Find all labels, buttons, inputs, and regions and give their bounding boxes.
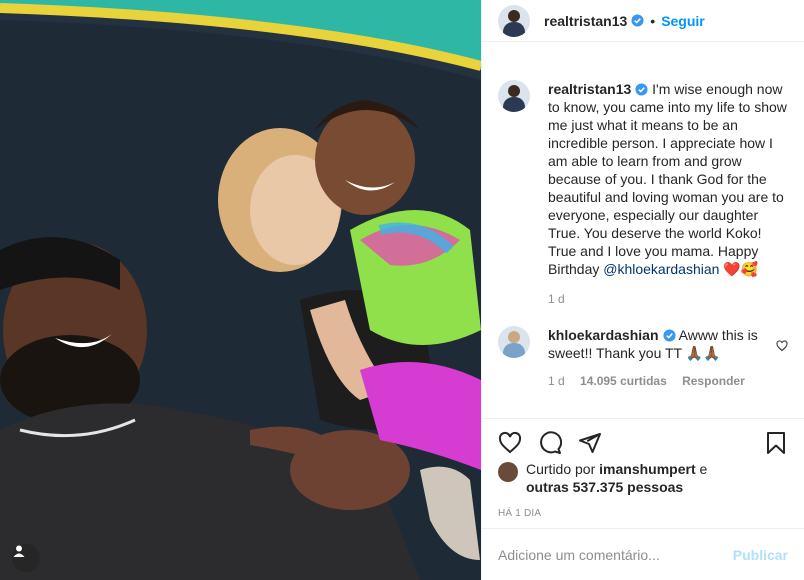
instagram-post: realtristan13 • Seguir realtristan13 I'm…: [0, 0, 804, 580]
heart-icon[interactable]: [498, 431, 522, 455]
comment-like-heart-icon[interactable]: [776, 340, 788, 352]
comment-input[interactable]: Adicione um comentário...: [498, 547, 733, 563]
comment-item: khloekardashian Awww this is sweet!! Tha…: [498, 326, 788, 362]
liked-by-others[interactable]: outras 537.375 pessoas: [526, 479, 683, 495]
comment-time[interactable]: 1 d: [548, 374, 565, 388]
liker-avatar[interactable]: [498, 462, 518, 482]
photo-illustration: [0, 0, 481, 580]
caption-emoji: ❤️🥰: [723, 261, 759, 277]
add-comment-bar: Adicione um comentário... Publicar: [482, 528, 804, 580]
comment-likes[interactable]: 14.095 curtidas: [580, 374, 667, 388]
liked-by-user[interactable]: imanshumpert: [599, 461, 695, 477]
separator-dot: •: [650, 12, 656, 29]
commenter-avatar[interactable]: [498, 326, 530, 358]
comment-author[interactable]: khloekardashian: [548, 327, 659, 343]
caption-mention[interactable]: @khloekardashian: [603, 261, 719, 277]
share-icon[interactable]: [578, 431, 602, 455]
posted-ago[interactable]: HÁ 1 DIA: [498, 508, 541, 519]
caption-text: realtristan13 I'm wise enough now to kno…: [548, 80, 788, 278]
comment-meta: 1 d 14.095 curtidas Responder: [548, 374, 788, 388]
verified-icon: [635, 83, 648, 96]
liked-by-prefix: Curtido por: [526, 461, 600, 477]
caption-author-avatar[interactable]: [498, 80, 530, 112]
comment-icon[interactable]: [538, 431, 562, 455]
post-header: realtristan13 • Seguir: [482, 0, 804, 42]
caption: realtristan13 I'm wise enough now to kno…: [498, 80, 788, 278]
comment-text: khloekardashian Awww this is sweet!! Tha…: [548, 326, 758, 362]
verified-icon: [631, 14, 644, 27]
post-photo[interactable]: [0, 0, 481, 580]
verified-icon: [662, 329, 676, 342]
follow-button[interactable]: Seguir: [661, 13, 705, 29]
bookmark-icon[interactable]: [764, 431, 788, 455]
liked-by: Curtido por imanshumpert e outras 537.37…: [498, 460, 707, 496]
comment-reply-button[interactable]: Responder: [682, 374, 745, 388]
caption-body: I'm wise enough now to know, you came in…: [548, 81, 787, 277]
publish-button[interactable]: Publicar: [733, 547, 788, 563]
post-sidebar: realtristan13 • Seguir realtristan13 I'm…: [481, 0, 804, 580]
caption-time[interactable]: 1 d: [548, 292, 788, 306]
caption-author[interactable]: realtristan13: [548, 81, 631, 97]
comments-section: realtristan13 I'm wise enough now to kno…: [482, 57, 804, 417]
user-tag-icon: [13, 545, 25, 557]
user-tag-button[interactable]: [12, 544, 40, 572]
author-avatar[interactable]: [498, 4, 530, 37]
liked-by-middle: e: [695, 461, 708, 477]
author-username[interactable]: realtristan13: [544, 13, 627, 29]
liked-by-text: Curtido por imanshumpert e outras 537.37…: [526, 460, 707, 496]
